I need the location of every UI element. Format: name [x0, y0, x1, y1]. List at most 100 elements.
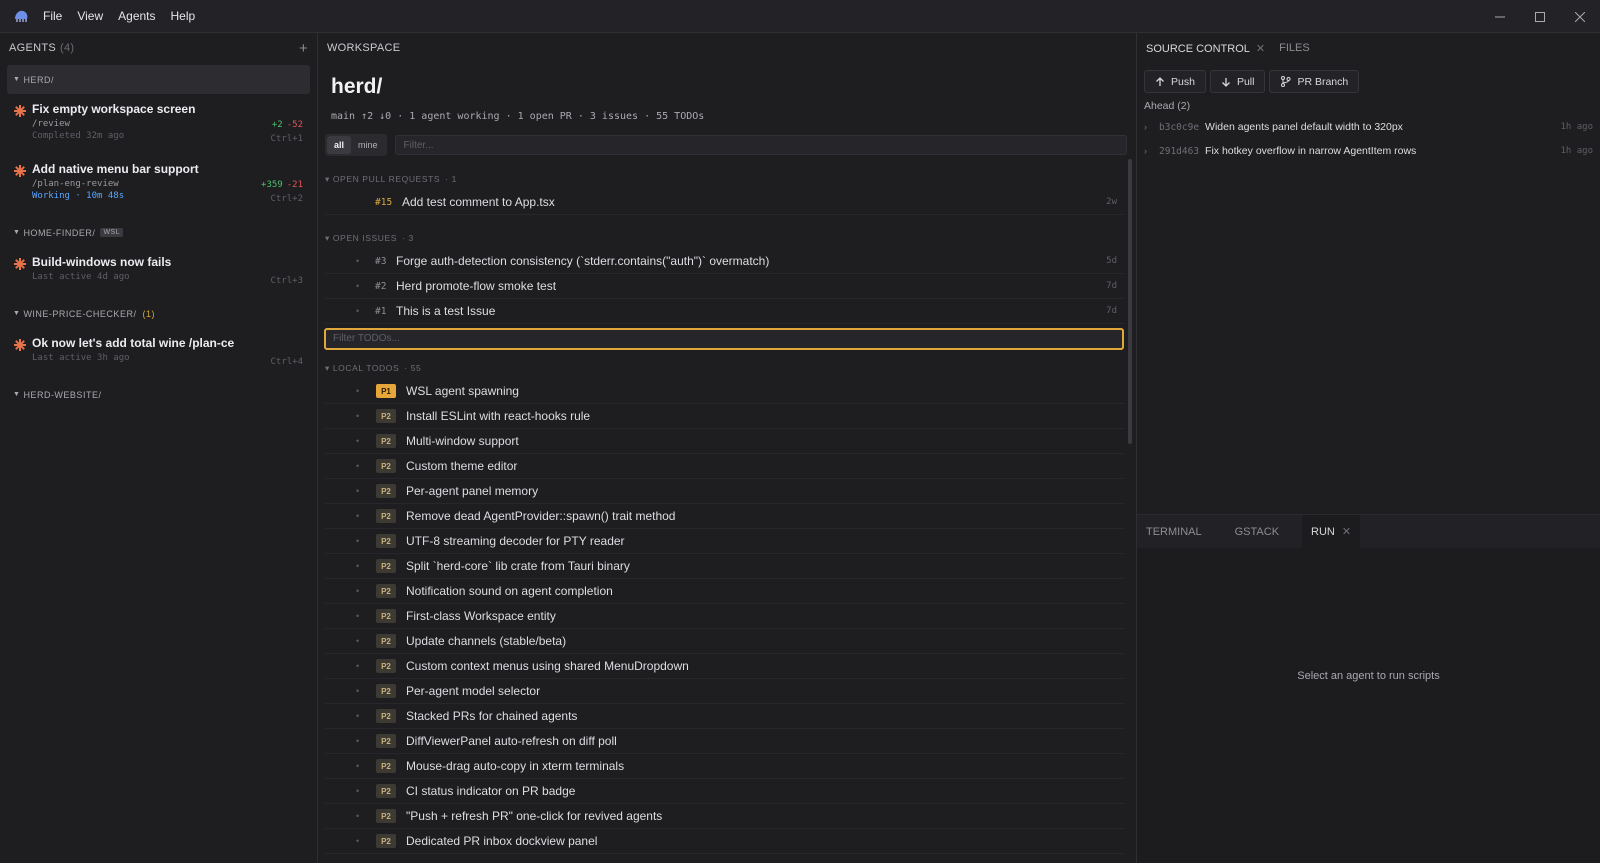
bottom-panel: TERMINAL GSTACK RUN ✕ Select an agent to …	[1137, 514, 1600, 863]
scope-mine-button[interactable]: mine	[351, 136, 385, 154]
todo-row[interactable]: • P2 Per-agent model selector	[325, 679, 1124, 704]
menu-file[interactable]: File	[43, 9, 62, 23]
issue-row[interactable]: • #3 Forge auth-detection consistency (`…	[325, 249, 1124, 274]
tab-source-control[interactable]: SOURCE CONTROL ✕	[1146, 42, 1265, 55]
issue-row[interactable]: • #1 This is a test Issue 7d	[325, 299, 1124, 324]
agents-panel-header: AGENTS (4) +	[0, 33, 317, 63]
chevron-right-icon: ›	[1144, 122, 1147, 132]
todo-row[interactable]: • P2 Remove dead AgentProvider::spawn() tr…	[325, 504, 1124, 529]
issue-row[interactable]: • #2 Herd promote-flow smoke test 7d	[325, 274, 1124, 299]
arrow-up-icon	[1156, 76, 1164, 86]
agent-hotkey: Ctrl+1	[270, 134, 303, 144]
todo-title: First-class Workspace entity	[406, 609, 556, 623]
todo-row[interactable]: • P2 Stacked PRs for chained agents	[325, 704, 1124, 729]
todo-row[interactable]: • P2 Update channels (stable/beta)	[325, 629, 1124, 654]
priority-badge: P2	[376, 534, 396, 548]
tab-gstack[interactable]: GSTACK	[1211, 515, 1288, 548]
group-herd[interactable]: ▼ HERD/	[7, 65, 310, 94]
todo-title: Dedicated PR inbox dockview panel	[406, 834, 598, 848]
todo-row[interactable]: • P2 Custom theme editor	[325, 454, 1124, 479]
push-label: Push	[1171, 75, 1195, 88]
agent-item[interactable]: Build-windows now fails Last active 4d a…	[0, 249, 317, 297]
arrow-down-icon	[1221, 77, 1230, 87]
agent-item[interactable]: Add native menu bar support /plan-eng-re…	[0, 156, 317, 216]
agent-hotkey: Ctrl+3	[270, 276, 303, 286]
todo-row[interactable]: • P2 Split `herd-core` lib crate from Taur…	[325, 554, 1124, 579]
agent-hotkey: Ctrl+2	[270, 194, 303, 204]
agent-burst-icon	[14, 258, 26, 270]
group-wine-price-checker[interactable]: ▼ WINE-PRICE-CHECKER/ (1)	[7, 299, 310, 328]
agent-burst-icon	[14, 105, 26, 117]
bullet-icon: •	[356, 306, 360, 316]
tab-files[interactable]: FILES	[1279, 42, 1310, 54]
agent-item[interactable]: Fix empty workspace screen /review Compl…	[0, 96, 317, 156]
todo-row[interactable]: • P2 Custom context menus using shared Men…	[325, 654, 1124, 679]
close-tab-icon[interactable]: ✕	[1342, 525, 1351, 538]
todo-row[interactable]: • P2 Per-agent panel memory	[325, 479, 1124, 504]
scope-all-button[interactable]: all	[327, 136, 352, 154]
issue-age: 7d	[1106, 281, 1117, 291]
add-agent-icon[interactable]: +	[299, 40, 308, 57]
bullet-icon: •	[356, 836, 360, 846]
issue-title: This is a test Issue	[396, 304, 496, 318]
push-button[interactable]: Push	[1144, 70, 1206, 93]
lines-removed: -52	[286, 120, 303, 130]
pr-section-label[interactable]: ▾ OPEN PULL REQUESTS · 1	[318, 168, 1136, 190]
group-name: HERD/	[23, 74, 54, 85]
todo-row[interactable]: • P2 "Push + refresh PR" one-click for rev…	[325, 804, 1124, 829]
todo-title: Split `herd-core` lib crate from Tauri b…	[406, 559, 630, 573]
todo-row[interactable]: • P2 Mouse-drag auto-copy in xterm termina…	[325, 754, 1124, 779]
agent-diff-stats: +359 -21	[261, 180, 303, 190]
menu-view[interactable]: View	[77, 9, 103, 23]
window-controls	[1480, 0, 1600, 33]
maximize-icon[interactable]	[1520, 0, 1560, 33]
todo-row[interactable]: • P2 UTF-8 streaming decoder for PTY reade…	[325, 529, 1124, 554]
todos-section-label[interactable]: ▾ LOCAL TODOS · 55	[318, 357, 1136, 379]
group-home-finder[interactable]: ▼ HOME-FINDER/ WSL	[7, 218, 310, 247]
todo-row[interactable]: • P2 Dedicated PR inbox dockview panel	[325, 829, 1124, 854]
menu-agents[interactable]: Agents	[118, 9, 155, 23]
group-herd-website[interactable]: ▼ HERD-WEBSITE/	[7, 380, 310, 409]
agent-hotkey: Ctrl+4	[270, 357, 303, 367]
commit-row[interactable]: › 291d463 Fix hotkey overflow in narrow …	[1137, 139, 1600, 163]
tab-run[interactable]: RUN ✕	[1302, 515, 1361, 548]
todo-filter-input[interactable]: Filter TODOs...	[324, 328, 1124, 350]
tab-terminal[interactable]: TERMINAL	[1137, 515, 1211, 548]
chevron-down-icon: ▾	[325, 173, 333, 184]
issues-section-label[interactable]: ▾ OPEN ISSUES · 3	[318, 227, 1136, 249]
chevron-down-icon: ▾	[325, 362, 333, 373]
commit-sha: 291d463	[1159, 145, 1200, 157]
todo-row[interactable]: • P2 DiffViewerPanel auto-refresh on diff …	[325, 729, 1124, 754]
pull-button[interactable]: Pull	[1209, 70, 1266, 93]
bullet-icon: •	[356, 661, 360, 671]
agent-title: Fix empty workspace screen	[32, 102, 196, 116]
priority-badge: P2	[376, 734, 396, 748]
todo-row[interactable]: • P2 Multi-window support	[325, 429, 1124, 454]
workspace-filter-input[interactable]: Filter...	[394, 135, 1127, 155]
priority-badge: P2	[376, 809, 396, 823]
todo-title: Per-agent model selector	[406, 684, 541, 698]
todo-row[interactable]: • P2 CI status indicator on PR badge	[325, 779, 1124, 804]
agent-item[interactable]: Ok now let's add total wine /plan-ce Las…	[0, 330, 317, 378]
agent-title: Ok now let's add total wine /plan-ce	[32, 336, 235, 350]
pr-row[interactable]: #15 Add test comment to App.tsx 2w	[325, 190, 1124, 215]
workspace-scrollbar[interactable]	[1128, 159, 1132, 444]
todo-row[interactable]: • P2 First-class Workspace entity	[325, 604, 1124, 629]
todo-row[interactable]: • P1 WSL agent spawning	[325, 379, 1124, 404]
pr-age: 2w	[1106, 197, 1117, 207]
commit-row[interactable]: › b3c0c9e Widen agents panel default wid…	[1137, 115, 1600, 139]
pr-branch-button[interactable]: PR Branch	[1269, 70, 1360, 93]
commit-time: 1h ago	[1560, 146, 1593, 156]
todo-row[interactable]: • P2 Install ESLint with react-hooks rule	[325, 404, 1124, 429]
minimize-icon[interactable]	[1480, 0, 1520, 33]
section-count: · 3	[402, 233, 414, 243]
todo-title: "Push + refresh PR" one-click for revive…	[406, 809, 663, 823]
todo-row[interactable]: • P2 Notification sound on agent completio…	[325, 579, 1124, 604]
close-tab-icon[interactable]: ✕	[1256, 43, 1265, 55]
menu-help[interactable]: Help	[171, 9, 196, 23]
scope-toggle: all mine	[325, 134, 387, 156]
issue-title: Herd promote-flow smoke test	[396, 279, 557, 293]
close-icon[interactable]	[1560, 0, 1600, 33]
chevron-down-icon: ▼	[13, 229, 21, 236]
title-bar: File View Agents Help	[0, 0, 1600, 33]
